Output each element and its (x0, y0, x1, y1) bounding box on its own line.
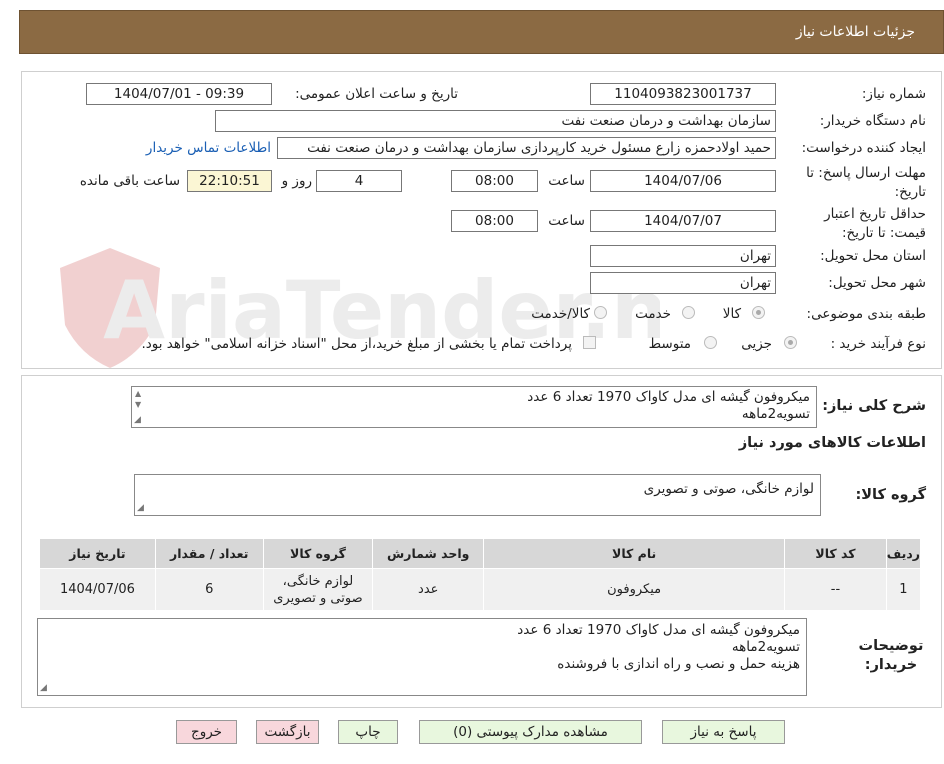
treasury-payment-checkbox[interactable] (583, 336, 596, 349)
validity-time-field[interactable]: 08:00 (451, 210, 538, 232)
col-row-header: ردیف (885, 538, 922, 569)
resize-grip-icon[interactable]: ◢ (134, 416, 141, 425)
print-button[interactable]: چاپ (338, 720, 398, 744)
page-header: جزئیات اطلاعات نیاز (19, 10, 944, 54)
back-button[interactable]: بازگشت (256, 720, 319, 744)
cell-date: 1404/07/06 (39, 568, 156, 611)
cell-code: -- (784, 568, 887, 611)
view-attachments-button[interactable]: مشاهده مدارک پیوستی (0) (419, 720, 642, 744)
buyer-org-field[interactable]: سازمان بهداشت و درمان صنعت نفت (215, 110, 776, 132)
announce-datetime-field[interactable]: 1404/07/01 - 09:39 (86, 83, 272, 105)
deadline-date-field[interactable]: 1404/07/06 (590, 170, 776, 192)
city-label: شهر محل تحویل: (828, 275, 926, 291)
col-code-header: کد کالا (784, 538, 887, 569)
deadline-time-label: ساعت (548, 173, 585, 189)
summary-label: شرح کلی نیاز: (822, 398, 926, 414)
process-medium-radio[interactable] (704, 336, 717, 349)
buyer-notes-label: توضیحات خریدار: (858, 638, 924, 673)
cell-qty: 6 (154, 568, 264, 611)
buyer-notes-textarea[interactable]: میکروفون گیشه ای مدل کاواک 1970 تعداد 6 … (37, 618, 807, 696)
col-group-header: گروه کالا (262, 538, 374, 569)
goods-group-value: لوازم خانگی، صوتی و تصویری (643, 481, 814, 497)
days-label: روز و (281, 173, 312, 189)
province-field[interactable]: تهران (590, 245, 776, 267)
process-partial-label: جزیی (741, 336, 772, 352)
cell-row: 1 (885, 568, 922, 611)
reply-button[interactable]: پاسخ به نیاز (662, 720, 785, 744)
buyer-notes-line-3: هزینه حمل و نصب و راه اندازی با فروشنده (557, 656, 800, 672)
buyer-org-label: نام دستگاه خریدار: (819, 113, 926, 129)
city-field[interactable]: تهران (590, 272, 776, 294)
summary-line-1: میکروفون گیشه ای مدل کاواک 1970 تعداد 6 … (527, 389, 810, 405)
goods-table: ردیف کد کالا نام کالا واحد شمارش گروه کا… (39, 538, 922, 611)
goods-group-label: گروه کالا: (855, 487, 926, 503)
buyer-notes-line-2: تسویه2ماهه (731, 639, 800, 655)
resize-grip-icon[interactable]: ◢ (137, 504, 144, 513)
treasury-payment-note: پرداخت تمام یا بخشی از مبلغ خرید،از محل … (141, 336, 572, 352)
category-service-label: خدمت (635, 306, 671, 322)
col-date-header: تاریخ نیاز (39, 538, 156, 569)
exit-button[interactable]: خروج (176, 720, 237, 744)
deadline-label: مهلت ارسال پاسخ: تا تاریخ: (806, 165, 926, 200)
category-goods-radio[interactable] (752, 306, 765, 319)
goods-info-title: اطلاعات کالاهای مورد نیاز (738, 435, 926, 451)
requester-field[interactable]: حمید اولادحمزه زارع مسئول خرید کارپردازی… (277, 137, 776, 159)
buyer-contact-link[interactable]: اطلاعات تماس خریدار (146, 140, 271, 156)
resize-grip-icon[interactable]: ◢ (40, 684, 47, 693)
category-both-radio[interactable] (594, 306, 607, 319)
table-row[interactable]: 1 -- میکروفون عدد لوازم خانگی، صوتی و تص… (39, 568, 922, 611)
process-label: نوع فرآیند خرید : (830, 336, 926, 352)
category-label: طبقه بندی موضوعی: (806, 306, 926, 322)
watermark: AriaTender.neT (60, 248, 660, 368)
deadline-time-field[interactable]: 08:00 (451, 170, 538, 192)
validity-time-label: ساعت (548, 213, 585, 229)
requester-label: ایجاد کننده درخواست: (801, 140, 926, 156)
goods-group-textarea[interactable]: لوازم خانگی، صوتی و تصویری ◢ (134, 474, 821, 516)
page-title: جزئیات اطلاعات نیاز (795, 24, 915, 40)
col-qty-header: تعداد / مقدار (154, 538, 264, 569)
table-header-row: ردیف کد کالا نام کالا واحد شمارش گروه کا… (39, 538, 922, 569)
buyer-notes-line-1: میکروفون گیشه ای مدل کاواک 1970 تعداد 6 … (517, 622, 800, 638)
need-number-field[interactable]: 1104093823001737 (590, 83, 776, 105)
cell-unit: عدد (372, 568, 485, 611)
cell-group: لوازم خانگی، صوتی و تصویری (262, 568, 374, 611)
process-partial-radio[interactable] (784, 336, 797, 349)
summary-line-2: تسویه2ماهه (741, 406, 810, 422)
need-number-label: شماره نیاز: (861, 86, 926, 102)
category-both-label: کالا/خدمت (531, 306, 590, 322)
announce-label: تاریخ و ساعت اعلان عمومی: (295, 86, 458, 102)
process-medium-label: متوسط (648, 336, 691, 352)
category-service-radio[interactable] (682, 306, 695, 319)
cell-name: میکروفون (483, 568, 786, 611)
scroll-arrows-icon[interactable]: ▲ ▼ (135, 388, 141, 410)
validity-label: حداقل تاریخ اعتبار قیمت: تا تاریخ: (824, 206, 926, 241)
time-remaining-field: 22:10:51 (187, 170, 272, 192)
validity-date-field[interactable]: 1404/07/07 (590, 210, 776, 232)
days-remaining-field: 4 (316, 170, 402, 192)
time-remaining-label: ساعت باقی مانده (79, 173, 180, 189)
province-label: استان محل تحویل: (820, 248, 926, 264)
col-unit-header: واحد شمارش (372, 538, 485, 569)
summary-textarea[interactable]: میکروفون گیشه ای مدل کاواک 1970 تعداد 6 … (131, 386, 817, 428)
col-name-header: نام کالا (483, 538, 786, 569)
category-goods-label: کالا (722, 306, 741, 322)
